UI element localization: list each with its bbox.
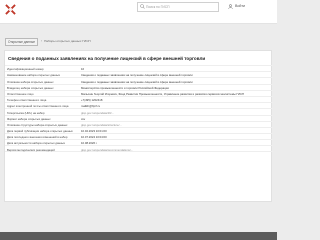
footer xyxy=(0,232,277,240)
breadcrumb-item[interactable]: Наборы открытых данных ГИСП xyxy=(44,39,91,43)
search-placeholder: Поиск по ГИСП xyxy=(146,5,170,9)
gisp-logo[interactable] xyxy=(5,4,16,15)
tab-open-data-label: Открытые данные xyxy=(7,40,36,44)
row-label: Версия методических рекомендаций xyxy=(7,147,55,152)
passport-table: Идентификационный номер 16 Наименование н… xyxy=(5,65,273,152)
search-input[interactable]: Поиск по ГИСП xyxy=(137,2,219,12)
table-row: Версия методических рекомендаций gisp.gov… xyxy=(5,145,273,152)
login-label: Войти xyxy=(235,4,246,8)
login-button[interactable]: Войти xyxy=(228,2,245,10)
search-icon xyxy=(140,4,145,9)
page-title: Сведения о поданных заявлениях на получе… xyxy=(8,56,206,61)
dataset-card: Сведения о поданных заявлениях на получе… xyxy=(4,50,273,202)
tab-open-data[interactable]: Открытые данные xyxy=(5,38,38,46)
breadcrumb: › Наборы открытых данных ГИСП xyxy=(41,39,91,43)
top-bar: Поиск по ГИСП Войти xyxy=(0,0,277,24)
row-value-link[interactable]: gisp.gov.ru/opendata/recommendations/... xyxy=(81,148,271,152)
breadcrumb-separator: › xyxy=(41,39,43,43)
user-icon xyxy=(228,3,233,9)
